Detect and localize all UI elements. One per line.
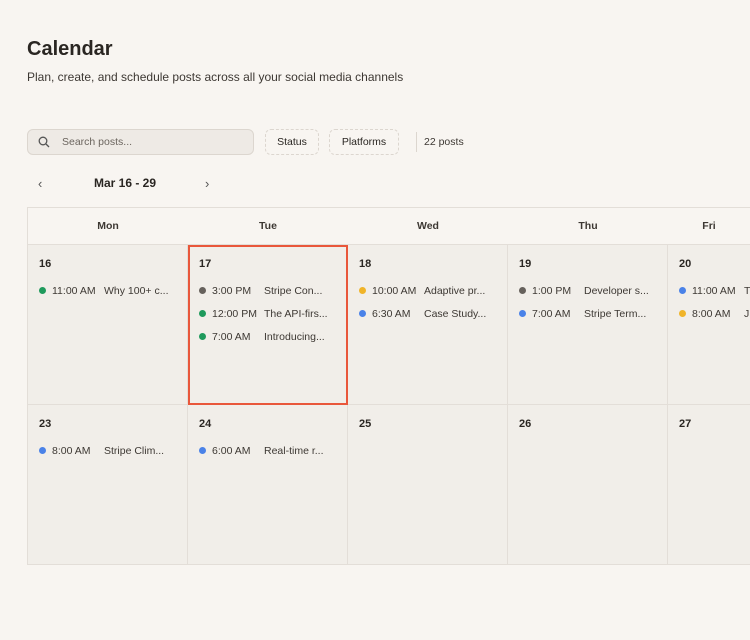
prev-range-button[interactable]: ‹ [38,176,42,191]
event-item[interactable]: 3:00 PM Stripe Con... [199,279,336,302]
weekday-fri: Fri [702,220,716,232]
event-time: 8:00 AM [692,307,731,320]
event-item[interactable]: 6:30 AM Case Study... [359,302,496,325]
event-item[interactable]: 6:00 AM Real-time r... [199,439,336,462]
day-number: 24 [199,418,212,430]
weekday-tue: Tue [259,220,277,232]
status-dot-icon [199,310,206,317]
day-cell[interactable]: 20 11:00 AM T 8:00 AM J [668,245,750,405]
day-number: 23 [39,418,52,430]
event-item[interactable]: 7:00 AM Stripe Term... [519,302,656,325]
event-time: 3:00 PM [212,284,252,297]
event-title: Adaptive pr... [424,284,486,297]
week-row: 23 8:00 AM Stripe Clim... 24 6:00 AM Real-tim… [28,405,750,565]
post-count: 22 posts [424,136,464,148]
event-item[interactable]: 7:00 AM Introducing... [199,325,336,348]
day-number: 20 [679,258,692,270]
event-item[interactable]: 11:00 AM Why 100+ c... [39,279,176,302]
event-time: 1:00 PM [532,284,572,297]
weekday-thu: Thu [578,220,598,232]
event-title: The API-firs... [264,307,328,320]
search-box[interactable] [27,129,254,155]
event-time: 11:00 AM [52,284,96,297]
day-cell[interactable]: 24 6:00 AM Real-time r... [188,405,348,565]
day-cell[interactable]: 23 8:00 AM Stripe Clim... [28,405,188,565]
date-range: Mar 16 - 29 [94,176,157,190]
status-dot-icon [519,310,526,317]
event-item[interactable]: 11:00 AM T [679,279,750,302]
day-number: 27 [679,418,692,430]
event-item[interactable]: 8:00 AM Stripe Clim... [39,439,176,462]
status-dot-icon [39,287,46,294]
page-title: Calendar [27,38,113,60]
day-cell[interactable]: 18 10:00 AM Adaptive pr... 6:30 AM Case Stud… [348,245,508,405]
search-icon [38,136,50,148]
status-dot-icon [199,447,206,454]
day-cell[interactable]: 17 3:00 PM Stripe Con... 12:00 PM The API-fi… [188,245,348,405]
calendar-grid: Mon Tue Wed Thu Fri 16 11:00 AM Why 100+ c... 1… [27,207,750,565]
event-title: Real-time r... [264,444,324,457]
day-number: 17 [199,258,212,270]
event-title: Introducing... [264,330,325,343]
event-title: Stripe Clim... [104,444,165,457]
event-time: 11:00 AM [692,284,736,297]
event-time: 6:00 AM [212,444,251,457]
event-time: 7:00 AM [532,307,571,320]
event-title: Case Study... [424,307,487,320]
status-filter-button[interactable]: Status [265,129,319,155]
day-cell[interactable]: 25 [348,405,508,565]
day-cell[interactable]: 19 1:00 PM Developer s... 7:00 AM Stripe Ter… [508,245,668,405]
event-title: J [744,307,750,320]
page-subtitle: Plan, create, and schedule posts across … [27,70,404,84]
event-time: 12:00 PM [212,307,257,320]
event-title: Stripe Con... [264,284,323,297]
event-item[interactable]: 1:00 PM Developer s... [519,279,656,302]
event-item[interactable]: 10:00 AM Adaptive pr... [359,279,496,302]
day-cell[interactable]: 26 [508,405,668,565]
day-number: 16 [39,258,52,270]
event-title: Why 100+ c... [104,284,169,297]
status-dot-icon [39,447,46,454]
platforms-filter-button[interactable]: Platforms [329,129,399,155]
day-cell[interactable]: 27 [668,405,750,565]
weekday-header: Mon Tue Wed Thu Fri [28,208,750,245]
day-number: 25 [359,418,372,430]
status-dot-icon [519,287,526,294]
event-time: 8:00 AM [52,444,91,457]
event-title: Stripe Term... [584,307,647,320]
status-dot-icon [679,287,686,294]
status-dot-icon [359,287,366,294]
weekday-mon: Mon [97,220,119,232]
event-time: 10:00 AM [372,284,417,297]
event-title: Developer s... [584,284,649,297]
event-time: 6:30 AM [372,307,411,320]
divider [416,132,417,152]
event-item[interactable]: 8:00 AM J [679,302,750,325]
event-title: T [744,284,750,297]
event-time: 7:00 AM [212,330,251,343]
event-item[interactable]: 12:00 PM The API-firs... [199,302,336,325]
day-number: 18 [359,258,372,270]
next-range-button[interactable]: › [205,176,209,191]
weekday-wed: Wed [417,220,439,232]
status-dot-icon [199,287,206,294]
day-number: 19 [519,258,532,270]
status-dot-icon [359,310,366,317]
status-dot-icon [199,333,206,340]
day-cell[interactable]: 16 11:00 AM Why 100+ c... [28,245,188,405]
day-number: 26 [519,418,532,430]
search-input[interactable] [62,136,232,148]
week-row: 16 11:00 AM Why 100+ c... 17 3:00 PM Stripe C… [28,245,750,405]
status-dot-icon [679,310,686,317]
